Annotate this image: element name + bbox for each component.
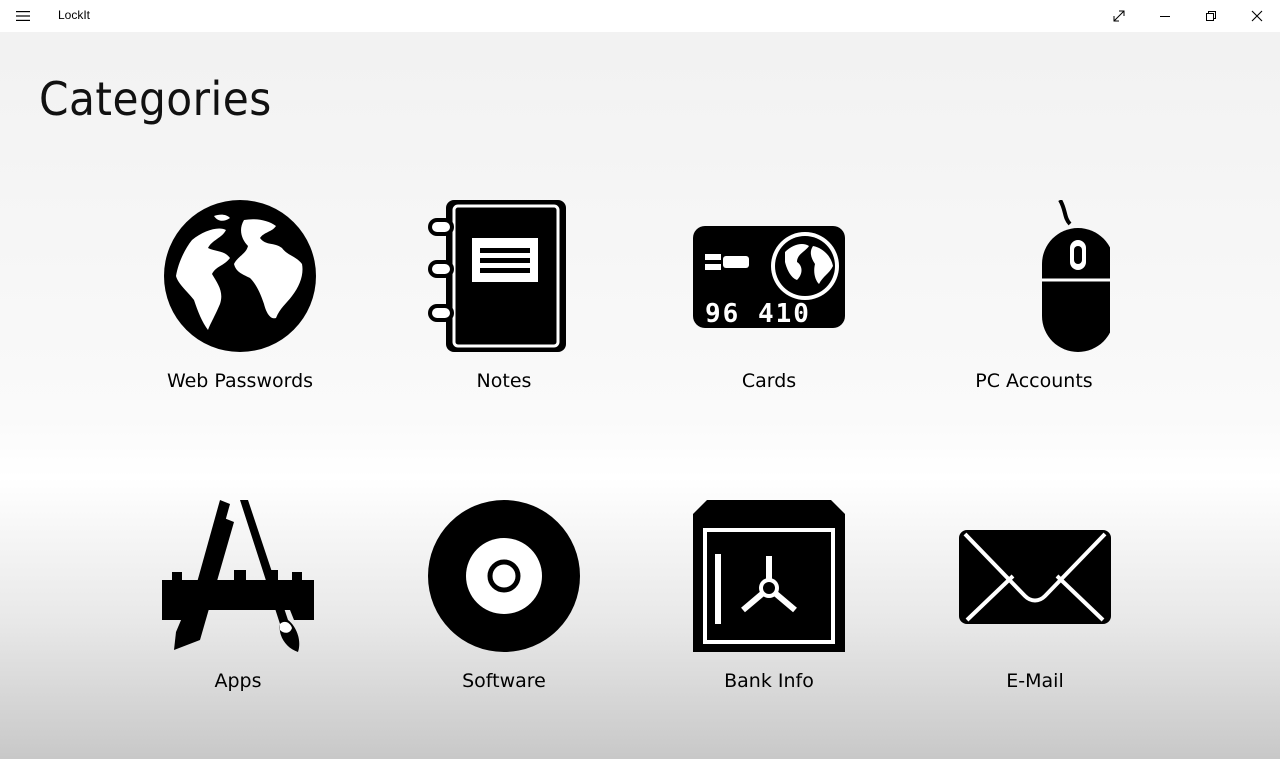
hamburger-menu-button[interactable] [8, 4, 38, 28]
safe-icon [693, 500, 845, 652]
credit-card-icon: 96 410 [693, 226, 845, 329]
restore-button[interactable] [1188, 0, 1234, 32]
globe-icon [164, 200, 316, 352]
mouse-icon [1042, 200, 1110, 352]
minimize-icon [1160, 16, 1170, 17]
expand-icon [1113, 10, 1125, 22]
title-bar: LockIt [0, 0, 1280, 32]
minimize-button[interactable] [1142, 0, 1188, 32]
close-icon [1251, 10, 1263, 22]
category-cards[interactable]: 96 410 Cards [649, 200, 889, 410]
close-button[interactable] [1234, 0, 1280, 32]
expand-button[interactable] [1096, 0, 1142, 32]
category-label: E-Mail [1006, 670, 1064, 692]
category-label: Software [462, 670, 546, 692]
category-label: Bank Info [724, 670, 814, 692]
category-apps[interactable]: Apps [118, 500, 358, 710]
category-label: Web Passwords [166, 370, 314, 392]
app-store-icon [162, 500, 314, 652]
category-label: PC Accounts [975, 370, 1093, 392]
category-email[interactable]: E-Mail [915, 500, 1155, 710]
disc-icon [428, 500, 580, 652]
restore-icon [1206, 11, 1216, 21]
category-label: Notes [476, 370, 532, 392]
page-title: Categories [39, 72, 272, 126]
category-label: Cards [741, 370, 797, 392]
svg-text:96 410: 96 410 [705, 299, 811, 329]
notebook-icon [428, 200, 566, 352]
envelope-icon [959, 530, 1111, 624]
category-web-passwords[interactable]: Web Passwords [120, 200, 360, 410]
category-pc-accounts[interactable]: PC Accounts [914, 200, 1154, 410]
category-label: Apps [214, 670, 262, 692]
hamburger-icon [16, 11, 30, 21]
category-bank-info[interactable]: Bank Info [649, 500, 889, 710]
app-title: LockIt [58, 8, 91, 22]
category-notes[interactable]: Notes [384, 200, 624, 410]
category-software[interactable]: Software [384, 500, 624, 710]
